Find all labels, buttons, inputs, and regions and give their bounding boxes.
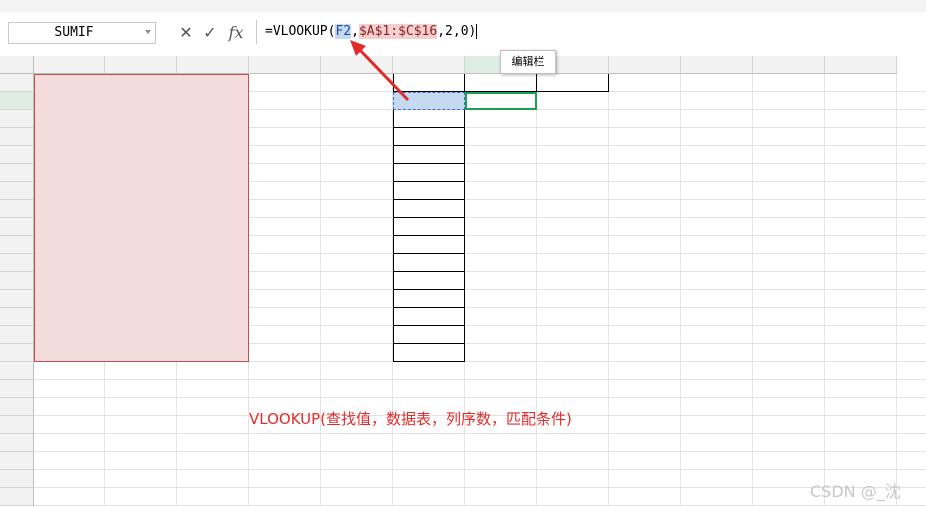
arrow-annotation (350, 40, 410, 102)
watermark: CSDN @_沈 (810, 482, 901, 501)
annotation-text: VLOOKUP(查找值，数据表，列序数，匹配条件) (249, 410, 572, 428)
arrow-line (356, 46, 410, 102)
